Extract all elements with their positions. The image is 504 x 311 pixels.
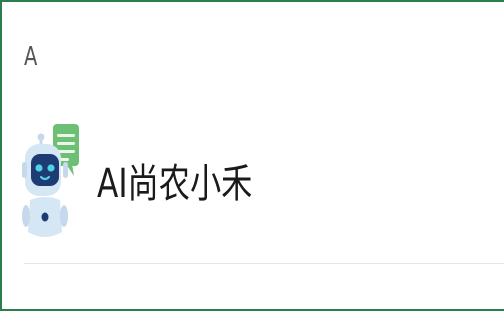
ai-robot-chat-icon: [22, 124, 79, 237]
avatar: [22, 120, 84, 244]
list-divider: [24, 263, 504, 264]
contact-name: AI尚农小禾: [97, 161, 253, 207]
section-index-letter: A: [24, 42, 38, 72]
contact-list-panel: A AI尚农小禾: [0, 0, 504, 311]
contact-list-item[interactable]: AI尚农小禾: [2, 114, 504, 262]
